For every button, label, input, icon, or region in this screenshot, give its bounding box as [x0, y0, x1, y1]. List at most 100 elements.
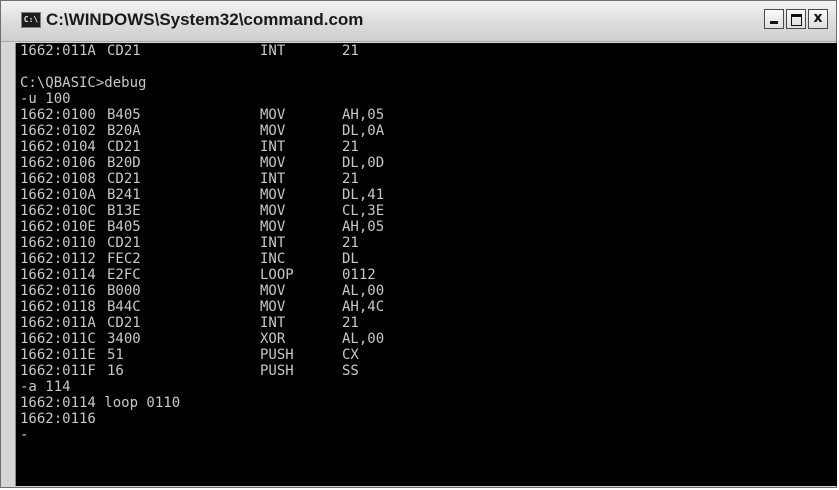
- assemble-next-line: 1662:0116: [16, 411, 837, 427]
- assemble-command-text: -a 114: [20, 379, 71, 395]
- operand: SS: [342, 363, 359, 379]
- assemble-command-line: -a 114: [16, 379, 837, 395]
- bytes: CD21: [107, 171, 141, 187]
- disasm-row: 1662:0106 B20D MOV DL,0D: [16, 155, 837, 171]
- prompt-line: C:\QBASIC>debug: [16, 75, 837, 91]
- addr: 1662:0114: [20, 267, 96, 283]
- cursor-prompt[interactable]: -: [20, 427, 28, 443]
- command-line: -u 100: [16, 91, 837, 107]
- disasm-row: 1662:011C 3400 XOR AL,00: [16, 331, 837, 347]
- addr: 1662:010C: [20, 203, 96, 219]
- addr: 1662:0112: [20, 251, 96, 267]
- disasm-row: 1662:0118 B44C MOV AH,4C: [16, 299, 837, 315]
- title-bar[interactable]: C:\ C:\WINDOWS\System32\command.com x: [1, 1, 836, 42]
- opcode: PUSH: [260, 363, 294, 379]
- window-controls: x: [764, 9, 828, 29]
- opcode: MOV: [260, 283, 286, 299]
- opcode: INT: [260, 139, 286, 155]
- addr: 1662:010A: [20, 187, 96, 203]
- disasm-row: 1662:011E 51 PUSH CX: [16, 347, 837, 363]
- addr: 1662:0110: [20, 235, 96, 251]
- disasm-row: 1662:0116 B000 MOV AL,00: [16, 283, 837, 299]
- operand: 0112: [342, 267, 376, 283]
- operand: AL,00: [342, 331, 385, 347]
- disasm-row: 1662:0104 CD21 INT 21: [16, 139, 837, 155]
- operand: AH,4C: [342, 299, 385, 315]
- line-bytes: CD21: [107, 43, 141, 59]
- close-button[interactable]: x: [808, 9, 828, 29]
- disassembly-list: 1662:0100 B405 MOV AH,05 1662:0102 B20A MOV DL…: [16, 107, 837, 379]
- operand: DL: [342, 251, 359, 267]
- opcode: INT: [260, 315, 286, 331]
- addr: 1662:0108: [20, 171, 96, 187]
- line-operand: 21: [342, 43, 359, 59]
- opcode: PUSH: [260, 347, 294, 363]
- bytes: 16: [107, 363, 124, 379]
- operand: AH,05: [342, 107, 385, 123]
- disasm-row: 1662:010E B405 MOV AH,05: [16, 219, 837, 235]
- opcode: LOOP: [260, 267, 294, 283]
- bytes: B241: [107, 187, 141, 203]
- disasm-row: 1662:0114 E2FC LOOP 0112: [16, 267, 837, 283]
- opcode: INC: [260, 251, 286, 267]
- bytes: 3400: [107, 331, 141, 347]
- disasm-row: 1662:010A B241 MOV DL,41: [16, 187, 837, 203]
- addr: 1662:0106: [20, 155, 96, 171]
- disasm-row: 1662:0102 B20A MOV DL,0A: [16, 123, 837, 139]
- bytes: B000: [107, 283, 141, 299]
- addr: 1662:011C: [20, 331, 96, 347]
- console-line-top: 1662:011A CD21 INT 21: [16, 43, 837, 59]
- addr: 1662:0102: [20, 123, 96, 139]
- console-output[interactable]: 1662:011A CD21 INT 21 C:\QBASIC>debug -u…: [15, 43, 837, 486]
- addr: 1662:011A: [20, 315, 96, 331]
- assemble-next-text: 1662:0116: [20, 411, 96, 427]
- operand: DL,0D: [342, 155, 385, 171]
- minimize-button[interactable]: [764, 9, 784, 29]
- bytes: B44C: [107, 299, 141, 315]
- opcode: MOV: [260, 219, 286, 235]
- bytes: B20A: [107, 123, 141, 139]
- addr: 1662:010E: [20, 219, 96, 235]
- bytes: B405: [107, 107, 141, 123]
- bytes: 51: [107, 347, 124, 363]
- opcode: MOV: [260, 123, 286, 139]
- disasm-row: 1662:0100 B405 MOV AH,05: [16, 107, 837, 123]
- console-app-icon[interactable]: C:\: [21, 12, 41, 28]
- window-title: C:\WINDOWS\System32\command.com: [46, 10, 364, 29]
- assemble-entry-text: 1662:0114 loop 0110: [20, 395, 181, 411]
- bytes: B405: [107, 219, 141, 235]
- disasm-row: 1662:0110 CD21 INT 21: [16, 235, 837, 251]
- addr: 1662:011F: [20, 363, 96, 379]
- addr: 1662:0116: [20, 283, 96, 299]
- prompt-text: C:\QBASIC>debug: [20, 75, 147, 91]
- addr: 1662:0118: [20, 299, 96, 315]
- maximize-button[interactable]: [786, 9, 806, 29]
- line-address: 1662:011A: [20, 43, 96, 59]
- operand: AH,05: [342, 219, 385, 235]
- operand: CX: [342, 347, 359, 363]
- opcode: MOV: [260, 299, 286, 315]
- operand: DL,0A: [342, 123, 385, 139]
- bytes: CD21: [107, 139, 141, 155]
- addr: 1662:0104: [20, 139, 96, 155]
- bytes: B20D: [107, 155, 141, 171]
- opcode: MOV: [260, 187, 286, 203]
- bytes: CD21: [107, 235, 141, 251]
- cursor-line[interactable]: -: [16, 427, 837, 443]
- opcode: INT: [260, 171, 286, 187]
- operand: AL,00: [342, 283, 385, 299]
- bytes: E2FC: [107, 267, 141, 283]
- disasm-row: 1662:0112 FEC2 INC DL: [16, 251, 837, 267]
- opcode: MOV: [260, 203, 286, 219]
- operand: 21: [342, 171, 359, 187]
- operand: DL,41: [342, 187, 385, 203]
- opcode: INT: [260, 235, 286, 251]
- operand: 21: [342, 235, 359, 251]
- operand: CL,3E: [342, 203, 385, 219]
- opcode: XOR: [260, 331, 286, 347]
- command-window: C:\ C:\WINDOWS\System32\command.com x 16…: [0, 0, 837, 488]
- disasm-row: 1662:010C B13E MOV CL,3E: [16, 203, 837, 219]
- bytes: FEC2: [107, 251, 141, 267]
- disasm-row: 1662:011F 16 PUSH SS: [16, 363, 837, 379]
